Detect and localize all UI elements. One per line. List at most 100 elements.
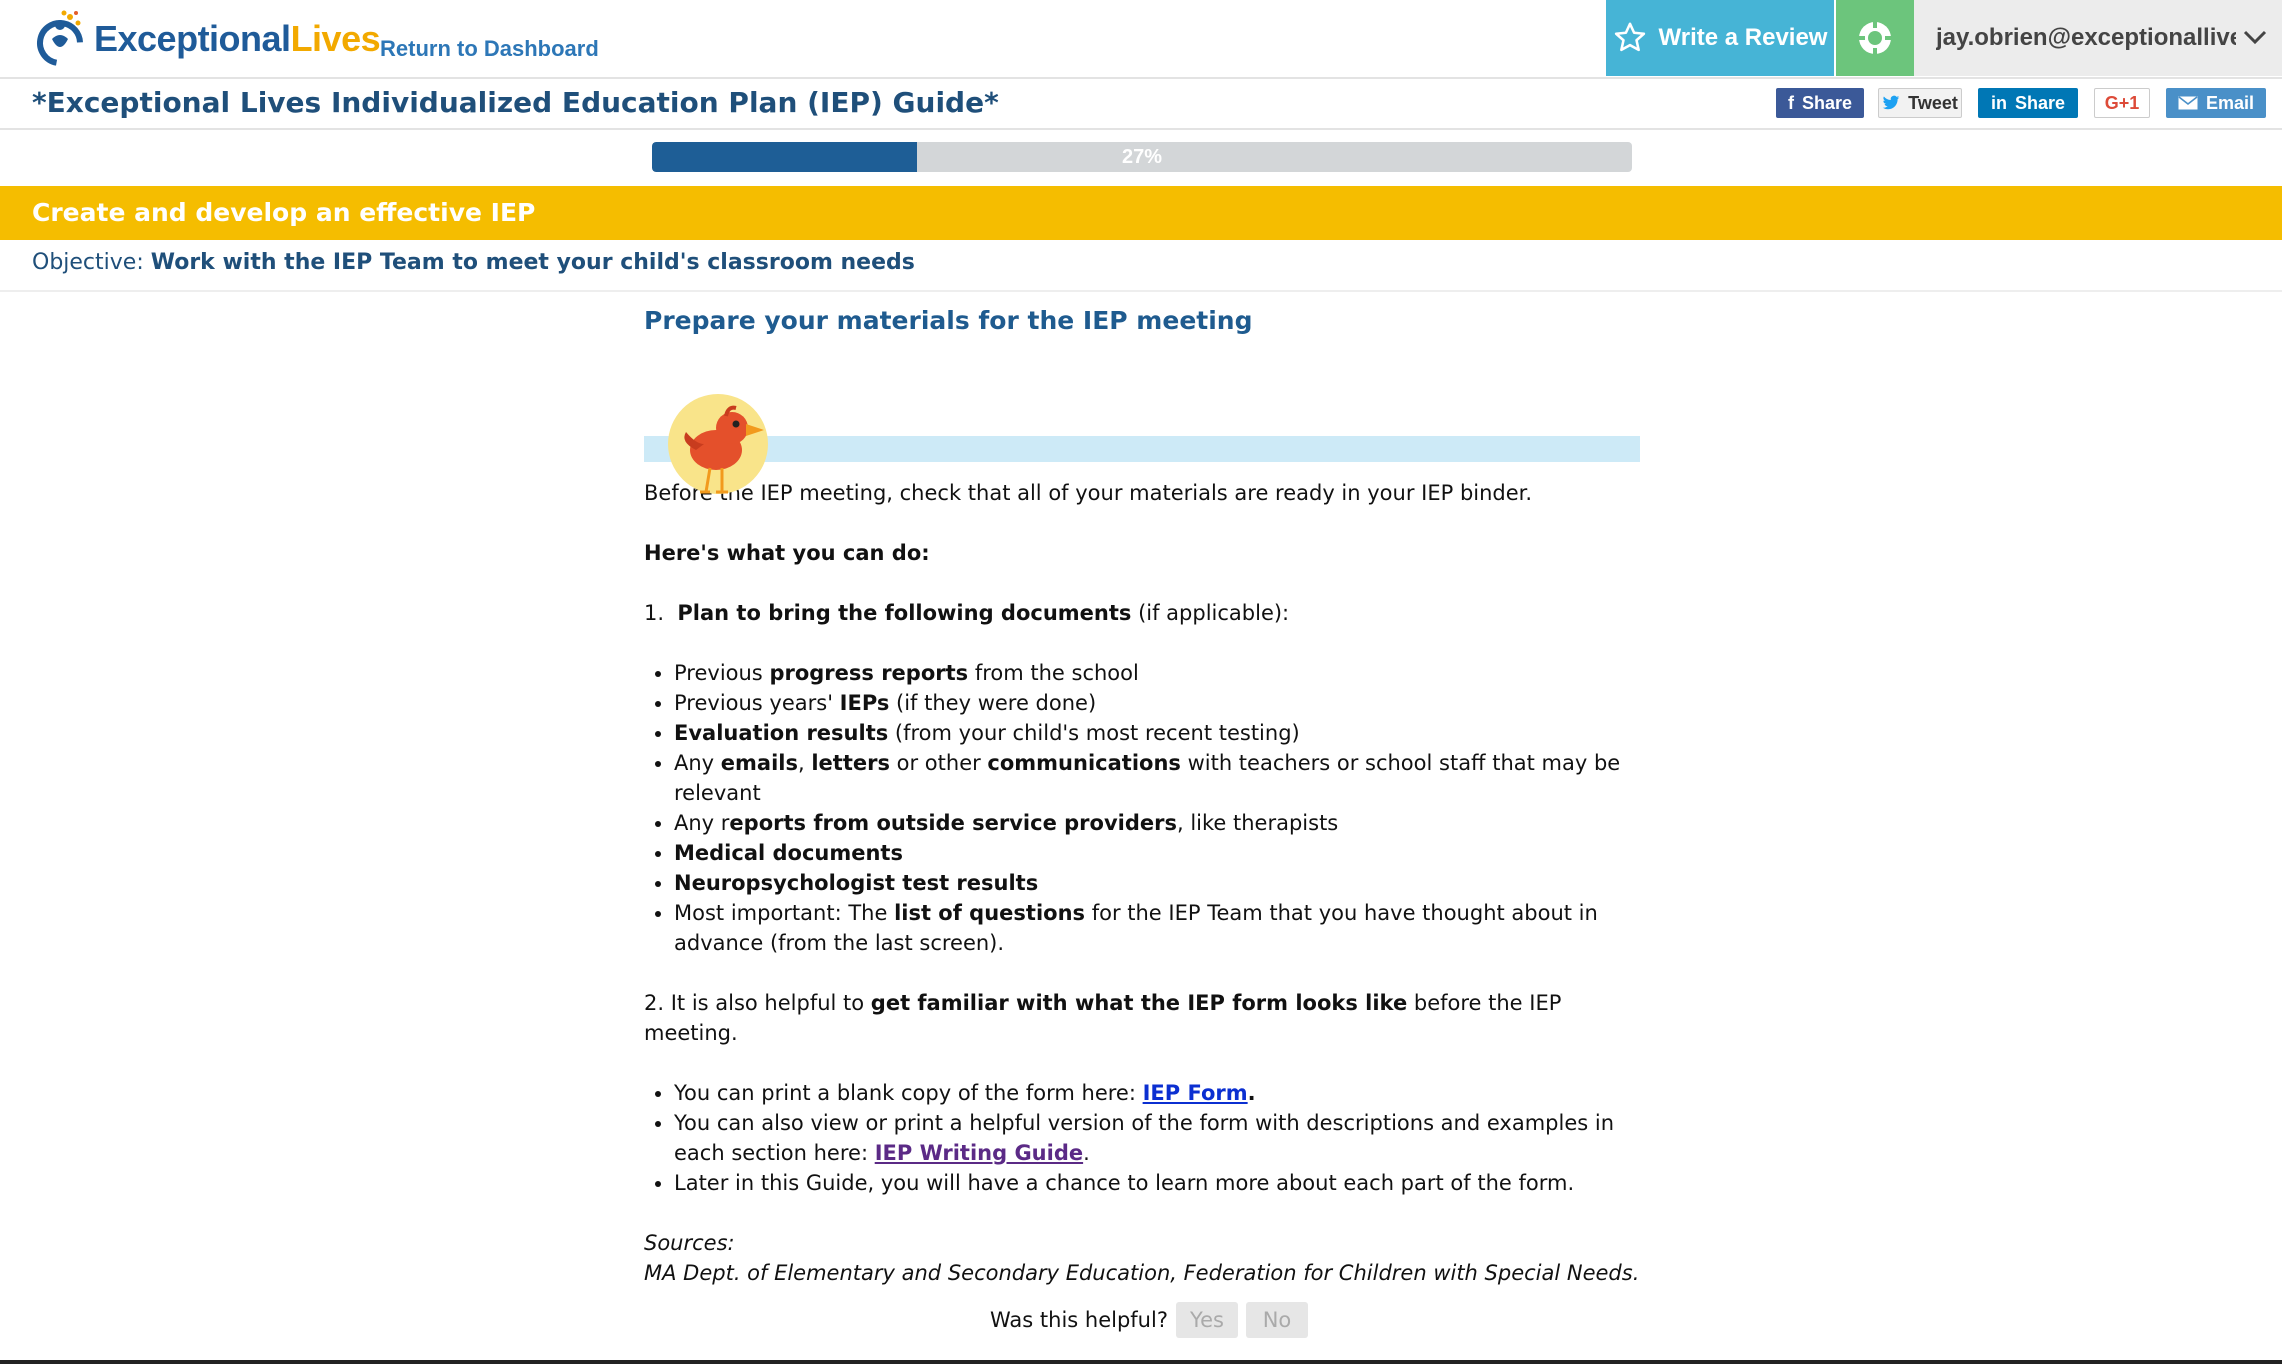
- sources-text: MA Dept. of Elementary and Secondary Edu…: [644, 1261, 1640, 1285]
- objective-label: Objective:: [32, 250, 144, 275]
- lesson-banner: [644, 342, 1644, 494]
- twitter-tweet-button[interactable]: Tweet: [1878, 88, 1962, 118]
- doc-bold: Medical documents: [674, 841, 903, 865]
- helpful-feedback: Was this helpful? Yes No: [990, 1302, 1308, 1338]
- list-item: Evaluation results (from your child's mo…: [674, 718, 1644, 748]
- form-text: .: [1247, 1081, 1256, 1105]
- helpful-yes-button[interactable]: Yes: [1175, 1302, 1238, 1338]
- list-item: Previous years' IEPs (if they were done): [674, 688, 1644, 718]
- envelope-icon: [2178, 96, 2198, 110]
- documents-list: Previous progress reports from the schoo…: [644, 658, 1644, 958]
- linkedin-share-button[interactable]: in Share: [1978, 88, 2078, 118]
- objective-row: Objective: Work with the IEP Team to mee…: [0, 240, 2282, 292]
- form-text: You can also view or print a helpful ver…: [674, 1111, 1615, 1165]
- step-1-number: 1.: [644, 601, 665, 625]
- lesson-heading: Prepare your materials for the IEP meeti…: [644, 306, 1253, 335]
- form-text: You can print a blank copy of the form h…: [674, 1081, 1143, 1105]
- objective-value: Work with the IEP Team to meet your chil…: [150, 250, 915, 275]
- list-item: Any emails, letters or other communicati…: [674, 748, 1644, 808]
- step-1: 1. Plan to bring the following documents…: [644, 598, 1644, 628]
- step-1-bold: Plan to bring the following documents: [677, 601, 1132, 625]
- doc-text: from the school: [968, 661, 1139, 685]
- return-to-dashboard-link[interactable]: Return to Dashboard: [380, 36, 599, 62]
- doc-text: Any r: [674, 811, 730, 835]
- progress-percent-label: 27%: [1121, 146, 1163, 168]
- target-button[interactable]: [1836, 0, 1914, 76]
- google-plus-label: G+1: [2104, 92, 2140, 113]
- doc-text: Most important: The: [674, 901, 895, 925]
- doc-bold: emails: [720, 751, 798, 775]
- sources-label: Sources:: [644, 1231, 735, 1255]
- section-header-bar: Create and develop an effective IEP: [0, 186, 2282, 240]
- logo-wordmark: ExceptionalLives: [94, 18, 381, 60]
- doc-text: ,: [797, 751, 812, 775]
- iep-writing-guide-link[interactable]: IEP Writing Guide: [875, 1141, 1083, 1165]
- step-2-text: 2. It is also helpful to: [644, 991, 871, 1015]
- doc-text: (from your child's most recent testing): [888, 721, 1300, 745]
- bird-mascot-icon: [668, 394, 768, 494]
- what-to-do-heading: Here's what you can do:: [644, 538, 1644, 568]
- lesson-content: Prepare your materials for the IEP meeti…: [644, 300, 1644, 1288]
- doc-bold: IEPs: [839, 691, 890, 715]
- doc-text: (if they were done): [889, 691, 1097, 715]
- list-item: Any reports from outside service provide…: [674, 808, 1644, 838]
- doc-text: or other: [889, 751, 988, 775]
- doc-bold: list of questions: [894, 901, 1086, 925]
- bottom-rule: [0, 1360, 2282, 1364]
- write-review-button[interactable]: Write a Review: [1606, 0, 1834, 76]
- doc-bold: Evaluation results: [674, 721, 889, 745]
- step-2: 2. It is also helpful to get familiar wi…: [644, 988, 1644, 1048]
- doc-bold: progress reports: [769, 661, 969, 685]
- banner-strip: [644, 436, 1640, 462]
- step-2-bold: get familiar with what the IEP form look…: [870, 991, 1408, 1015]
- user-email: jay.obrien@exceptionallive: [1936, 24, 2236, 51]
- form-text: .: [1083, 1141, 1090, 1165]
- facebook-share-label: Share: [1801, 92, 1853, 113]
- google-plus-button[interactable]: G+1: [2094, 88, 2150, 118]
- crosshair-icon: [1857, 20, 1893, 56]
- doc-bold: eports from outside service providers: [729, 811, 1177, 835]
- doc-bold: Neuropsychologist test results: [674, 871, 1039, 895]
- form-list: You can print a blank copy of the form h…: [644, 1078, 1644, 1198]
- page-title: *Exceptional Lives Individualized Educat…: [32, 86, 999, 119]
- top-header: ExceptionalLives Return to Dashboard Wri…: [0, 0, 2282, 79]
- list-item: Later in this Guide, you will have a cha…: [674, 1168, 1644, 1198]
- list-item: You can also view or print a helpful ver…: [674, 1108, 1644, 1168]
- doc-bold: communications: [987, 751, 1181, 775]
- iep-form-link[interactable]: IEP Form: [1143, 1081, 1248, 1105]
- linkedin-share-label: Share: [2014, 92, 2066, 113]
- doc-text: Previous: [674, 661, 770, 685]
- logo-word-lives: Lives: [290, 18, 381, 59]
- list-item: Medical documents: [674, 838, 1644, 868]
- helpful-no-button[interactable]: No: [1245, 1302, 1308, 1338]
- user-account-menu[interactable]: jay.obrien@exceptionallive: [1914, 0, 2282, 76]
- guide-title-row: *Exceptional Lives Individualized Educat…: [0, 78, 2282, 130]
- write-review-label: Write a Review: [1658, 24, 1828, 51]
- doc-text: , like therapists: [1176, 811, 1339, 835]
- list-item: Previous progress reports from the schoo…: [674, 658, 1644, 688]
- email-share-button[interactable]: Email: [2166, 88, 2266, 118]
- logo-word-exceptional: Exceptional: [94, 18, 291, 59]
- section-title: Create and develop an effective IEP: [32, 198, 536, 227]
- what-to-do-text: Here's what you can do:: [644, 541, 930, 565]
- star-icon: [1614, 22, 1645, 52]
- email-share-label: Email: [2205, 92, 2255, 113]
- facebook-icon: f: [1787, 92, 1794, 113]
- facebook-share-button[interactable]: f Share: [1776, 88, 1864, 118]
- doc-bold: letters: [811, 751, 890, 775]
- doc-text: Any: [674, 751, 721, 775]
- form-text: Later in this Guide, you will have a cha…: [674, 1171, 1575, 1195]
- step-1-rest: (if applicable):: [1131, 601, 1290, 625]
- intro-paragraph: Before the IEP meeting, check that all o…: [644, 481, 1533, 505]
- chevron-down-icon: [2243, 30, 2267, 45]
- list-item: You can print a blank copy of the form h…: [674, 1078, 1644, 1108]
- twitter-bird-icon: [1882, 95, 1900, 110]
- guide-progress-bar: 27%: [652, 142, 1632, 172]
- linkedin-icon: in: [1990, 92, 2007, 113]
- helpful-question: Was this helpful?: [990, 1308, 1168, 1332]
- twitter-tweet-label: Tweet: [1908, 92, 1958, 113]
- doc-text: Previous years': [674, 691, 840, 715]
- logo-mark-icon: [37, 10, 83, 66]
- exceptional-lives-logo[interactable]: ExceptionalLives: [30, 8, 381, 70]
- objective-text: Objective: Work with the IEP Team to mee…: [32, 250, 915, 275]
